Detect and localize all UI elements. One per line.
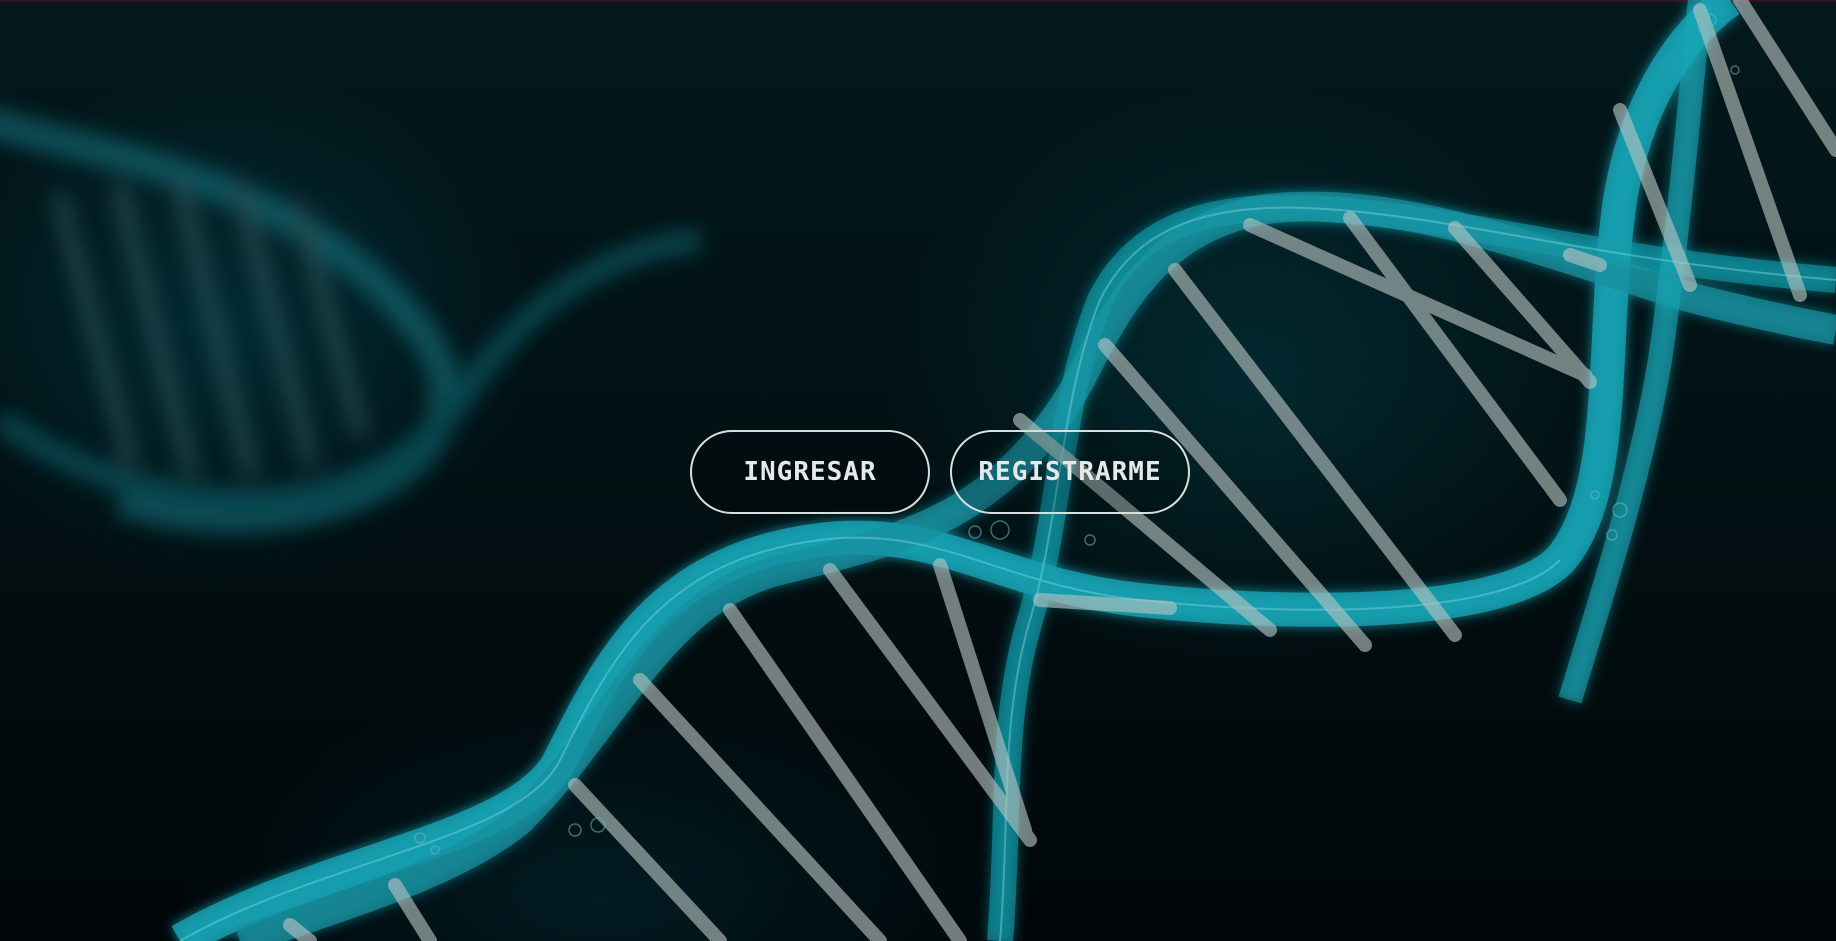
auth-actions: INGRESAR REGISTRARME	[690, 430, 1190, 514]
landing-page: INGRESAR REGISTRARME	[0, 0, 1836, 941]
background-helix	[0, 109, 702, 533]
login-button[interactable]: INGRESAR	[690, 430, 930, 514]
register-button[interactable]: REGISTRARME	[950, 430, 1190, 514]
